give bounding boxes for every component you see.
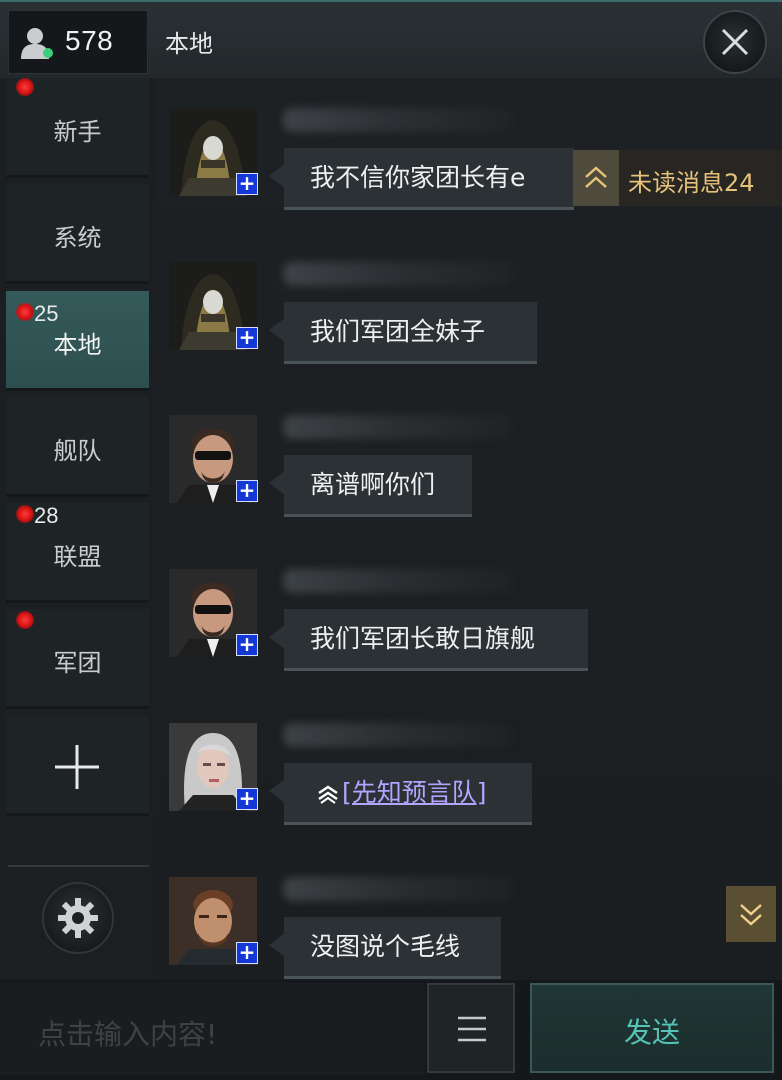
tab-label: 系统 bbox=[53, 224, 102, 252]
fleet-link[interactable]: [先知预言队] bbox=[342, 778, 487, 807]
message-text: 没图说个毛线 bbox=[310, 932, 461, 961]
message-bubble: 我不信你家团长有e bbox=[284, 148, 574, 210]
bubble-tail bbox=[269, 625, 285, 649]
sender-name-blurred bbox=[283, 415, 513, 439]
message-text: 我们军团全妹子 bbox=[310, 317, 486, 346]
bubble-tail bbox=[269, 471, 285, 495]
message-text: 我们军团长敢日旗舰 bbox=[310, 624, 536, 653]
add-friend-button[interactable]: + bbox=[236, 788, 258, 810]
unread-count-label: 未读消息24 bbox=[628, 169, 755, 197]
add-channel-button[interactable] bbox=[6, 716, 149, 816]
unread-dot bbox=[16, 611, 34, 629]
tab-local[interactable]: 25 本地 bbox=[6, 291, 149, 391]
chat-message: + 没图说个毛线 bbox=[157, 847, 782, 979]
message-bubble: 我们军团长敢日旗舰 bbox=[284, 609, 588, 671]
chat-header: 578 本地 bbox=[0, 0, 782, 78]
bubble-tail bbox=[269, 933, 285, 957]
message-input[interactable]: 点击输入内容! bbox=[0, 983, 425, 1075]
unread-count: 25 bbox=[34, 301, 59, 326]
add-friend-button[interactable]: + bbox=[236, 327, 258, 349]
sidebar-divider bbox=[8, 865, 149, 867]
tab-corporation[interactable]: 军团 bbox=[6, 609, 149, 709]
settings-button[interactable] bbox=[42, 882, 114, 954]
message-text: 离谱啊你们 bbox=[310, 470, 436, 499]
person-icon bbox=[21, 28, 53, 59]
close-button[interactable] bbox=[703, 10, 767, 74]
send-label: 发送 bbox=[623, 1016, 680, 1049]
gear-icon bbox=[58, 898, 98, 938]
unread-count: 28 bbox=[34, 503, 59, 528]
bubble-tail bbox=[269, 318, 285, 342]
add-friend-button[interactable]: + bbox=[236, 173, 258, 195]
unread-dot bbox=[16, 505, 34, 523]
channel-title: 本地 bbox=[165, 30, 213, 58]
message-bubble: 没图说个毛线 bbox=[284, 917, 501, 979]
unread-dot bbox=[16, 78, 34, 96]
chat-message: + [先知预言队] bbox=[157, 693, 782, 825]
chat-message: + 离谱啊你们 bbox=[157, 385, 782, 517]
scroll-to-bottom-button[interactable] bbox=[726, 886, 776, 942]
tab-newbie[interactable]: 新手 bbox=[6, 78, 149, 178]
more-options-button[interactable] bbox=[427, 983, 515, 1073]
unread-messages-banner[interactable]: 未读消息24 bbox=[573, 150, 782, 206]
tab-label: 军团 bbox=[53, 649, 102, 677]
rank-chevron-icon bbox=[318, 785, 338, 804]
channel-sidebar: 新手 系统 25 本地 舰队 28 联盟 军团 bbox=[0, 78, 157, 980]
tab-label: 联盟 bbox=[53, 543, 102, 571]
add-friend-button[interactable]: + bbox=[236, 634, 258, 656]
message-list[interactable]: + 我不信你家团长有e + 我们军团全妹子 + 离谱啊你们 + 我们军团长敢日旗… bbox=[157, 78, 782, 980]
scroll-up-box bbox=[573, 150, 619, 206]
add-friend-button[interactable]: + bbox=[236, 942, 258, 964]
online-count-panel: 578 bbox=[8, 10, 148, 74]
online-count: 578 bbox=[65, 25, 114, 56]
sender-name-blurred bbox=[283, 262, 513, 286]
bubble-tail bbox=[269, 164, 285, 188]
tab-alliance[interactable]: 28 联盟 bbox=[6, 503, 149, 603]
menu-icon bbox=[458, 1016, 486, 1042]
input-bar: 点击输入内容! 发送 bbox=[0, 980, 782, 1080]
sender-name-blurred bbox=[283, 569, 513, 593]
bubble-tail bbox=[269, 779, 285, 803]
tab-label: 本地 bbox=[53, 331, 102, 359]
send-button[interactable]: 发送 bbox=[530, 983, 774, 1073]
message-bubble: 离谱啊你们 bbox=[284, 455, 472, 517]
chat-message: + 我们军团长敢日旗舰 bbox=[157, 539, 782, 671]
sender-name-blurred bbox=[283, 108, 513, 132]
double-chevron-up-icon bbox=[585, 166, 607, 188]
close-icon bbox=[721, 28, 749, 56]
tab-fleet[interactable]: 舰队 bbox=[6, 397, 149, 497]
tab-label: 新手 bbox=[53, 118, 102, 146]
unread-dot bbox=[16, 303, 34, 321]
message-bubble: [先知预言队] bbox=[284, 763, 532, 825]
tab-system[interactable]: 系统 bbox=[6, 184, 149, 284]
chat-message: + 我们军团全妹子 bbox=[157, 232, 782, 364]
input-placeholder: 点击输入内容! bbox=[38, 1018, 218, 1051]
sender-name-blurred bbox=[283, 723, 513, 747]
message-text: 我不信你家团长有e bbox=[310, 163, 526, 192]
sender-name-blurred bbox=[283, 877, 513, 901]
message-bubble: 我们军团全妹子 bbox=[284, 302, 537, 364]
plus-icon bbox=[55, 745, 99, 789]
tab-label: 舰队 bbox=[53, 437, 102, 465]
add-friend-button[interactable]: + bbox=[236, 480, 258, 502]
double-chevron-down-icon bbox=[740, 904, 762, 926]
